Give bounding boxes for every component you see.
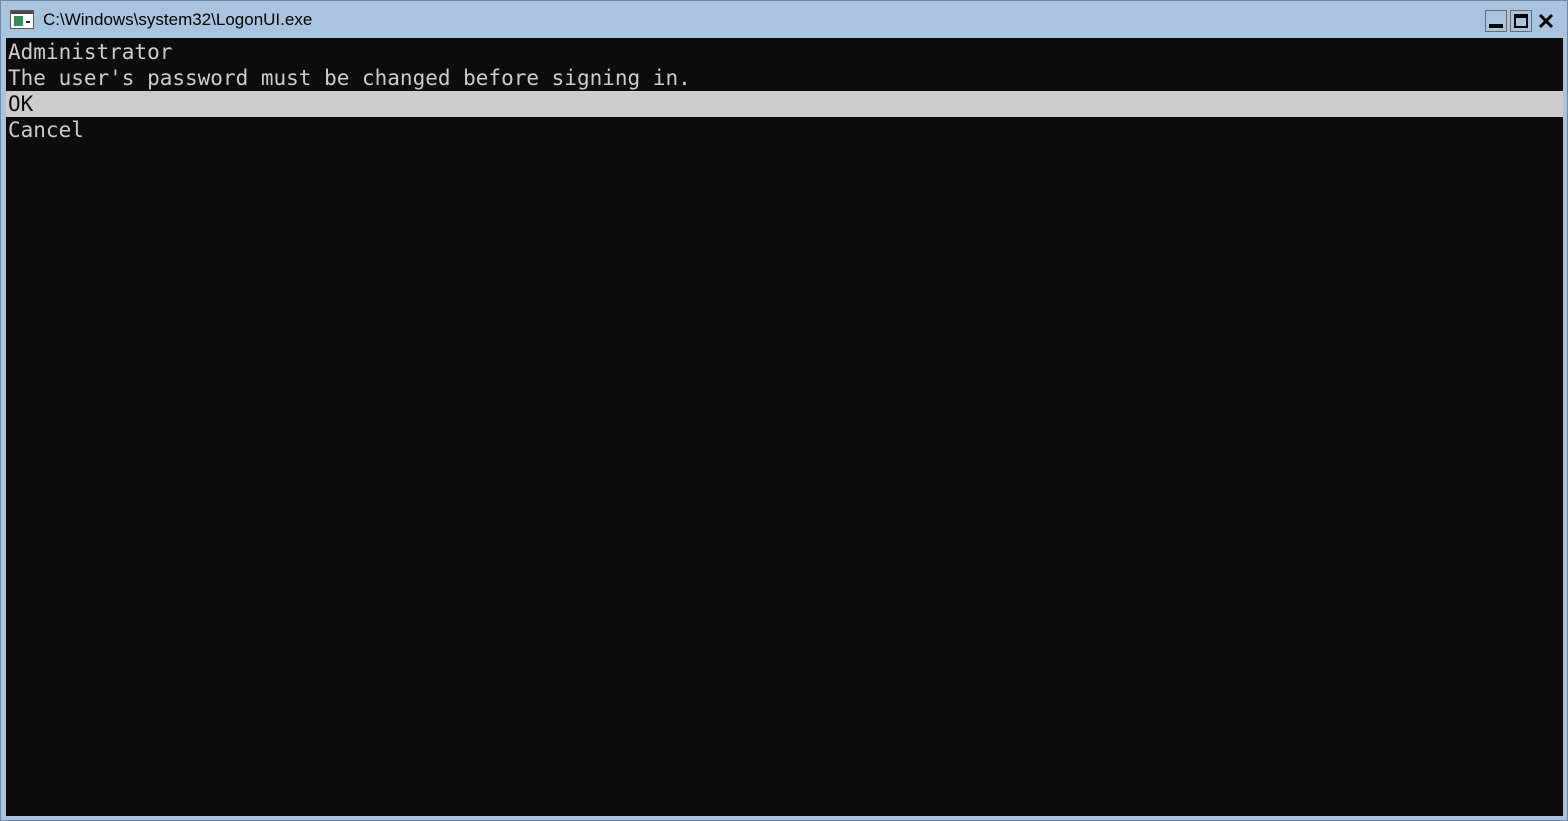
password-change-message: The user's password must be changed befo…	[8, 66, 691, 90]
console-area[interactable]: Administrator The user's password must b…	[6, 38, 1563, 816]
title-bar[interactable]: C:\Windows\system32\LogonUI.exe	[1, 1, 1567, 37]
minimize-button[interactable]	[1485, 10, 1507, 32]
maximize-button[interactable]	[1510, 10, 1532, 32]
console-app-icon[interactable]	[10, 10, 34, 29]
close-button[interactable]	[1535, 10, 1557, 32]
username-text: Administrator	[8, 40, 173, 64]
app-icon-screen	[14, 16, 23, 26]
close-icon	[1538, 13, 1554, 29]
logonui-window: C:\Windows\system32\LogonUI.exe Administ…	[0, 0, 1568, 821]
app-icon-bar	[11, 11, 33, 14]
app-icon-cursor	[26, 21, 30, 23]
cancel-option[interactable]: Cancel	[6, 117, 1563, 143]
window-title: C:\Windows\system32\LogonUI.exe	[43, 10, 313, 29]
ok-option[interactable]: OK	[6, 91, 1563, 117]
